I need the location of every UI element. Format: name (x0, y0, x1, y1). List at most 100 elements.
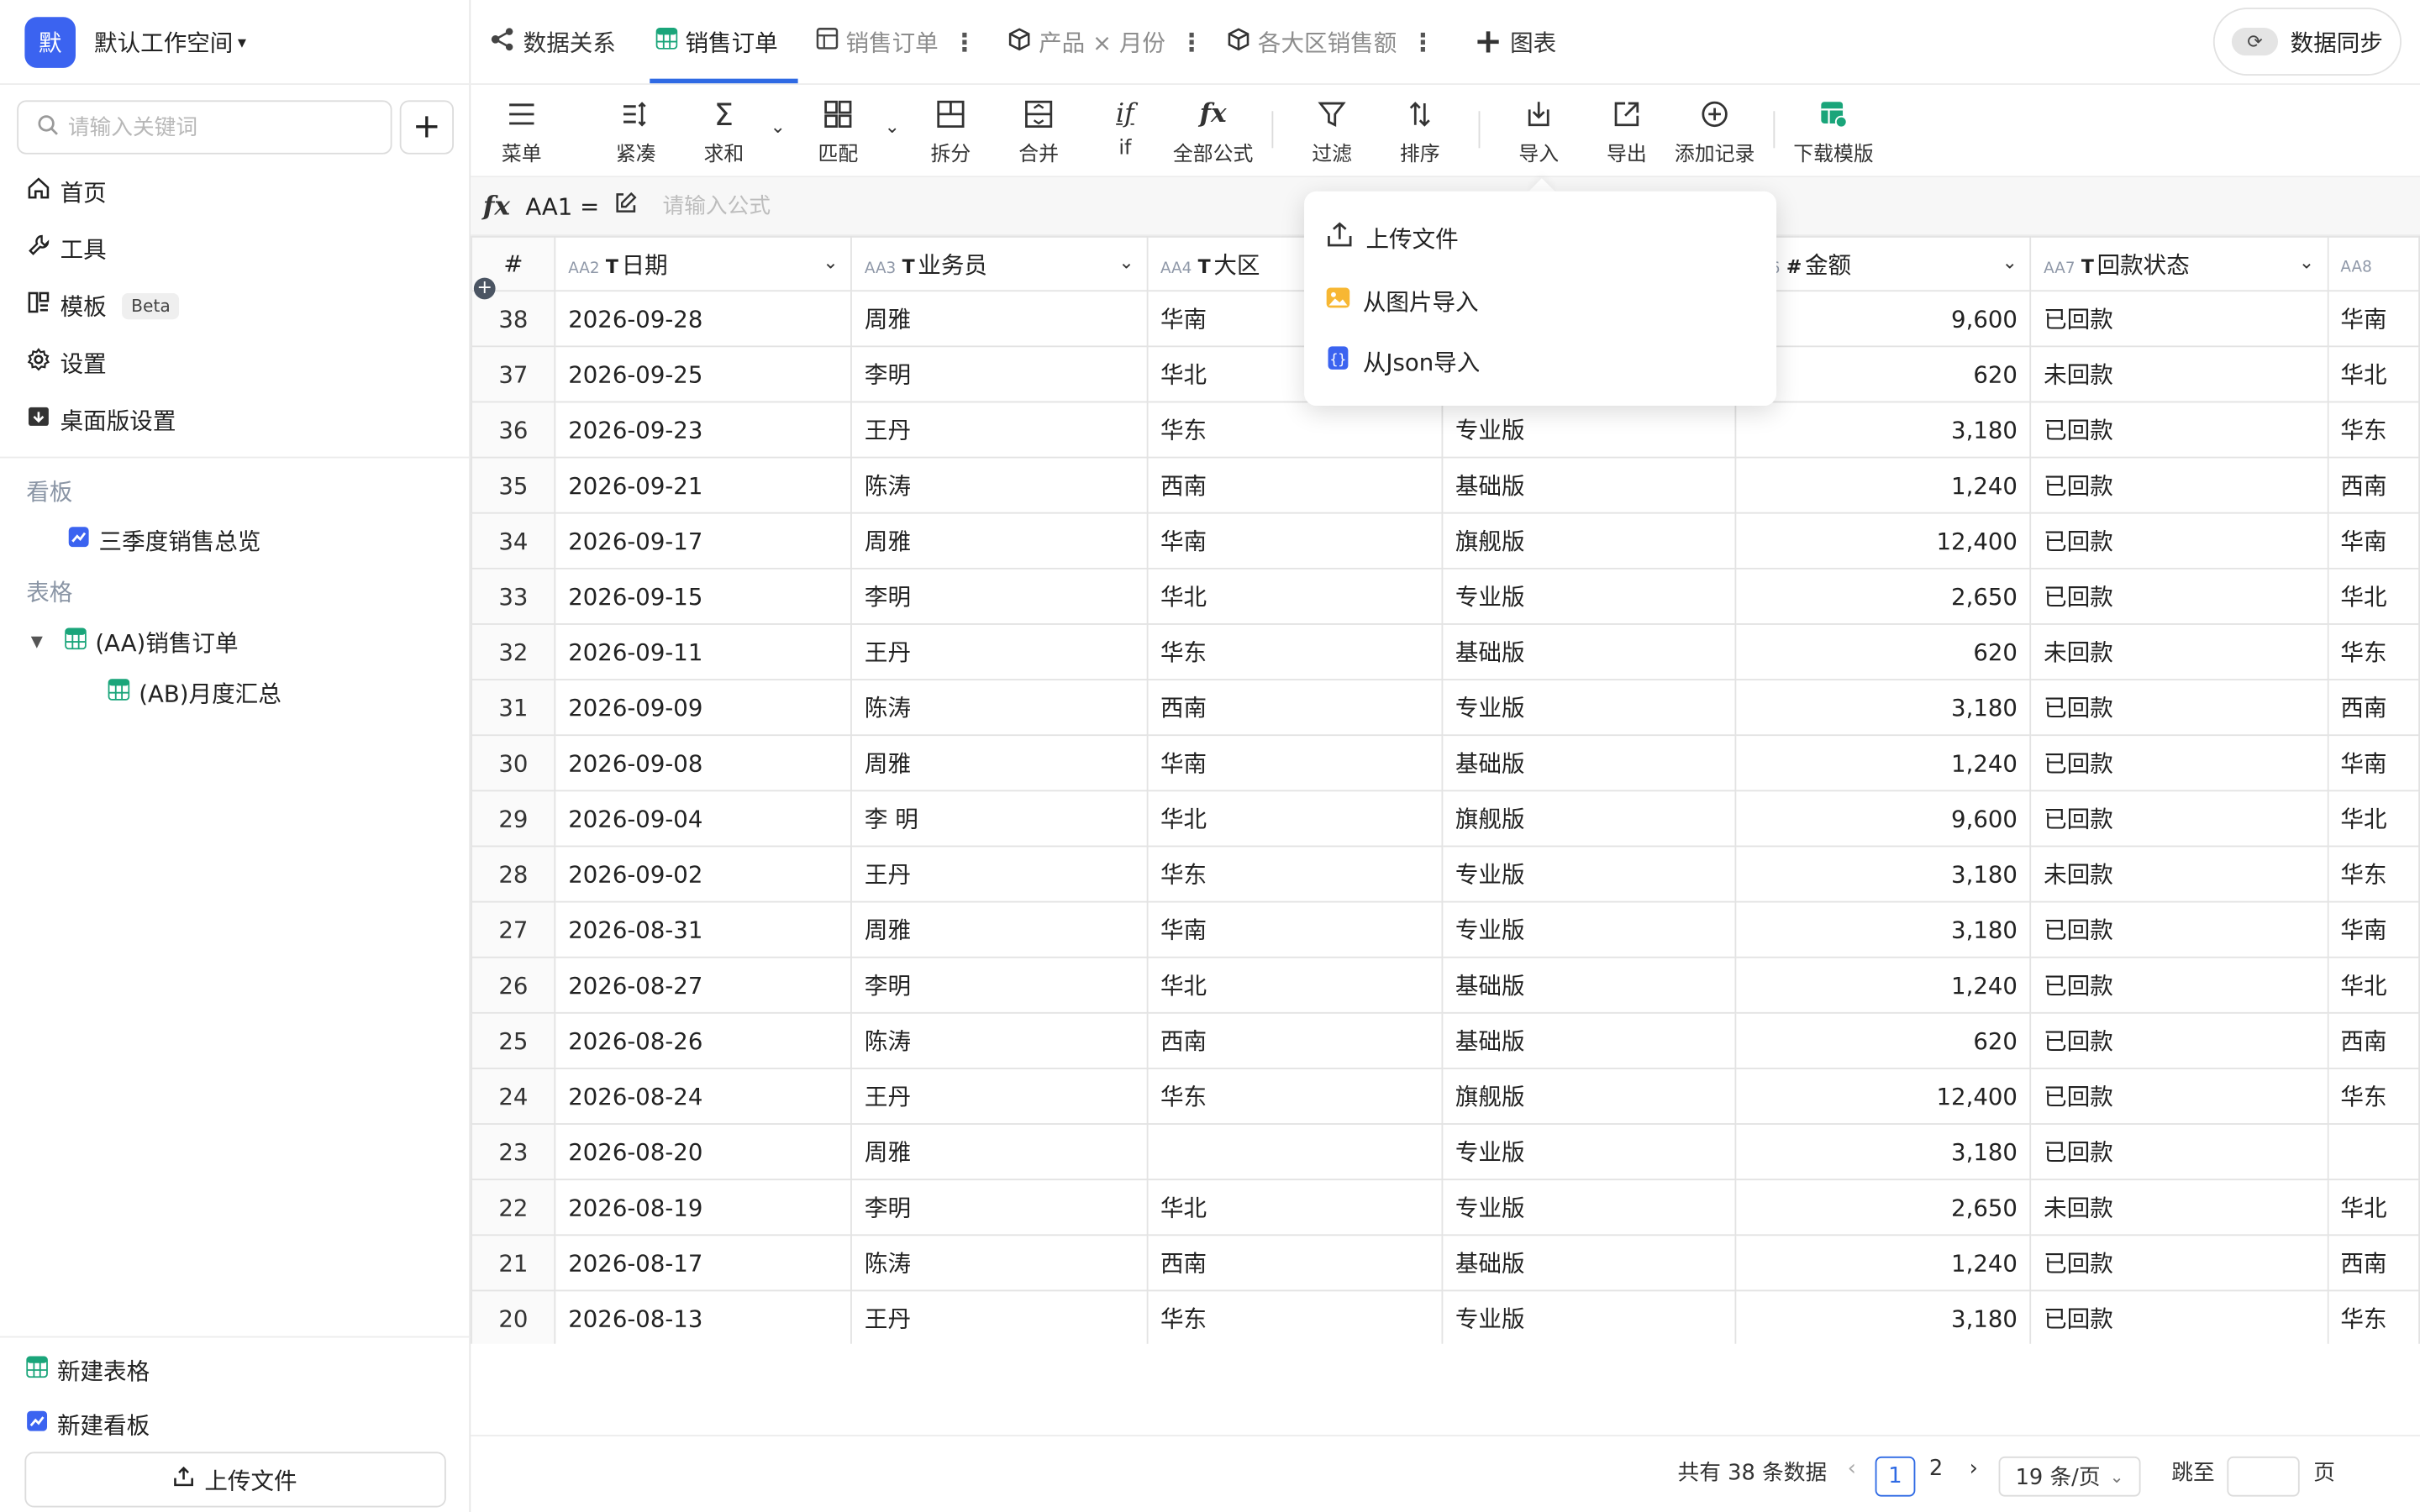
more-vertical-icon[interactable]: ⋮ (952, 27, 976, 56)
search-box[interactable] (17, 100, 392, 155)
cell-amount[interactable]: 2,650 (1734, 1179, 2032, 1236)
toolbar-split-button[interactable]: 拆分 (904, 97, 997, 166)
cell-amount[interactable]: 3,180 (1734, 401, 2032, 459)
menu-item-import-from-json[interactable]: {} 从Json导入 (1326, 343, 1480, 380)
cell-amount[interactable]: 1,240 (1734, 1234, 2032, 1292)
nav-tools[interactable]: 工具 (26, 230, 107, 267)
cell-payment-status[interactable]: 未回款 (2029, 623, 2328, 680)
cell-aa8[interactable]: 华北 (2326, 790, 2420, 848)
cell-payment-status[interactable]: 已回款 (2029, 679, 2328, 737)
cell-payment-status[interactable]: 已回款 (2029, 290, 2328, 348)
cell-product[interactable]: 基础版 (1441, 623, 1737, 680)
cell-date[interactable]: 2026-08-19 (554, 1179, 853, 1236)
cell-payment-status[interactable]: 已回款 (2029, 1234, 2328, 1292)
cell-date[interactable]: 2026-09-09 (554, 679, 853, 737)
cell-date[interactable]: 2026-09-17 (554, 512, 853, 570)
cell-salesperson[interactable]: 陈涛 (850, 456, 1149, 514)
cell-date[interactable]: 2026-09-08 (554, 734, 853, 792)
cell-amount[interactable]: 1,240 (1734, 456, 2032, 514)
cell-aa8[interactable]: 华东 (2326, 401, 2420, 459)
cell-date[interactable]: 2026-08-24 (554, 1068, 853, 1125)
cell-payment-status[interactable]: 已回款 (2029, 401, 2328, 459)
cell-salesperson[interactable]: 李明 (850, 956, 1149, 1014)
toolbar-sum-button[interactable]: Σ 求和 (677, 96, 770, 166)
cell-region[interactable]: 华南 (1146, 512, 1444, 570)
chevron-down-icon[interactable]: ⌄ (823, 250, 838, 272)
cell-salesperson[interactable]: 陈涛 (850, 1011, 1149, 1069)
cell-aa8[interactable]: 华南 (2326, 900, 2420, 958)
cell-date[interactable]: 2026-08-13 (554, 1289, 853, 1344)
cell-aa8[interactable]: 华北 (2326, 1179, 2420, 1236)
cell-region[interactable]: 华东 (1146, 401, 1444, 459)
cell-region[interactable]: 华东 (1146, 623, 1444, 680)
cell-aa8[interactable]: 西南 (2326, 1234, 2420, 1292)
cell-salesperson[interactable]: 李明 (850, 1179, 1149, 1236)
cell-payment-status[interactable]: 未回款 (2029, 345, 2328, 403)
edit-icon[interactable] (615, 192, 639, 221)
cell-payment-status[interactable]: 已回款 (2029, 456, 2328, 514)
cell-aa8[interactable]: 华南 (2326, 290, 2420, 348)
nav-home[interactable]: 首页 (26, 173, 107, 210)
page-button-2[interactable]: 2 (1929, 1457, 1943, 1481)
nav-desktop-settings[interactable]: 桌面版设置 (26, 402, 176, 438)
cell-region[interactable]: 华北 (1146, 956, 1444, 1014)
cell-date[interactable]: 2026-08-26 (554, 1011, 853, 1069)
toolbar-filter-button[interactable]: 过滤 (1286, 97, 1378, 166)
cell-payment-status[interactable]: 已回款 (2029, 567, 2328, 625)
cell-region[interactable]: 华东 (1146, 1068, 1444, 1125)
cell-region[interactable]: 西南 (1146, 456, 1444, 514)
tab-region-sales[interactable]: 各大区销售额 ⋮ (1227, 0, 1435, 83)
toolbar-export-button[interactable]: 导出 (1581, 97, 1673, 166)
cell-aa8[interactable]: 西南 (2326, 1011, 2420, 1069)
cell-amount[interactable]: 3,180 (1734, 1289, 2032, 1344)
cell-aa8[interactable]: 华东 (2326, 623, 2420, 680)
cell-salesperson[interactable]: 周雅 (850, 1123, 1149, 1181)
cell-product[interactable]: 基础版 (1441, 956, 1737, 1014)
cell-region[interactable]: 西南 (1146, 1234, 1444, 1292)
cell-product[interactable]: 专业版 (1441, 1123, 1737, 1181)
cell-region[interactable] (1146, 1123, 1444, 1181)
tab-data-relations[interactable]: 数据关系 (489, 0, 616, 83)
tab-sales-orders-view[interactable]: 销售订单 ⋮ (816, 0, 977, 83)
cell-salesperson[interactable]: 王丹 (850, 1289, 1149, 1344)
table-item-monthly-summary[interactable]: (AB)月度汇总 (108, 675, 281, 711)
cell-region[interactable]: 华东 (1146, 845, 1444, 903)
nav-settings[interactable]: 设置 (26, 344, 107, 381)
cell-aa8[interactable]: 西南 (2326, 456, 2420, 514)
cell-product[interactable]: 旗舰版 (1441, 1068, 1737, 1125)
column-header-amount[interactable]: AA6#金额⌄ (1734, 236, 2032, 292)
cell-salesperson[interactable]: 王丹 (850, 1068, 1149, 1125)
cell-aa8[interactable]: 华北 (2326, 567, 2420, 625)
cell-region[interactable]: 华北 (1146, 1179, 1444, 1236)
cell-salesperson[interactable]: 王丹 (850, 623, 1149, 680)
cell-product[interactable]: 旗舰版 (1441, 790, 1737, 848)
cell-region[interactable]: 华北 (1146, 790, 1444, 848)
cell-amount[interactable]: 2,650 (1734, 567, 2032, 625)
cell-date[interactable]: 2026-09-23 (554, 401, 853, 459)
column-header-date[interactable]: AA2 T 日期 ⌄ (554, 236, 853, 292)
cell-region[interactable]: 华北 (1146, 567, 1444, 625)
cell-aa8[interactable]: 华北 (2326, 345, 2420, 403)
cell-amount[interactable]: 620 (1734, 623, 2032, 680)
cell-payment-status[interactable]: 未回款 (2029, 845, 2328, 903)
cell-product[interactable]: 专业版 (1441, 567, 1737, 625)
column-header-aa8[interactable]: AA8 (2326, 236, 2420, 292)
cell-product[interactable]: 专业版 (1441, 1289, 1737, 1344)
toolbar-if-button[interactable]: if if (1079, 97, 1171, 160)
cell-product[interactable]: 基础版 (1441, 1234, 1737, 1292)
page-size-select[interactable]: 19 条/页 ⌄ (1998, 1456, 2141, 1497)
cell-salesperson[interactable]: 王丹 (850, 401, 1149, 459)
cell-salesperson[interactable]: 李 明 (850, 790, 1149, 848)
cell-amount[interactable]: 12,400 (1734, 1068, 2032, 1125)
more-vertical-icon[interactable]: ⋮ (1179, 27, 1203, 56)
next-page-icon[interactable]: › (1970, 1457, 1978, 1481)
tab-product-by-month[interactable]: 产品 × 月份 ⋮ (1007, 0, 1204, 83)
toolbar-menu-button[interactable]: 菜单 (476, 97, 568, 166)
cell-date[interactable]: 2026-08-17 (554, 1234, 853, 1292)
cell-payment-status[interactable]: 已回款 (2029, 512, 2328, 570)
cell-date[interactable]: 2026-09-11 (554, 623, 853, 680)
toolbar-import-button[interactable]: 导入 (1492, 97, 1585, 166)
cell-salesperson[interactable]: 周雅 (850, 290, 1149, 348)
cell-payment-status[interactable]: 已回款 (2029, 900, 2328, 958)
cell-salesperson[interactable]: 周雅 (850, 512, 1149, 570)
